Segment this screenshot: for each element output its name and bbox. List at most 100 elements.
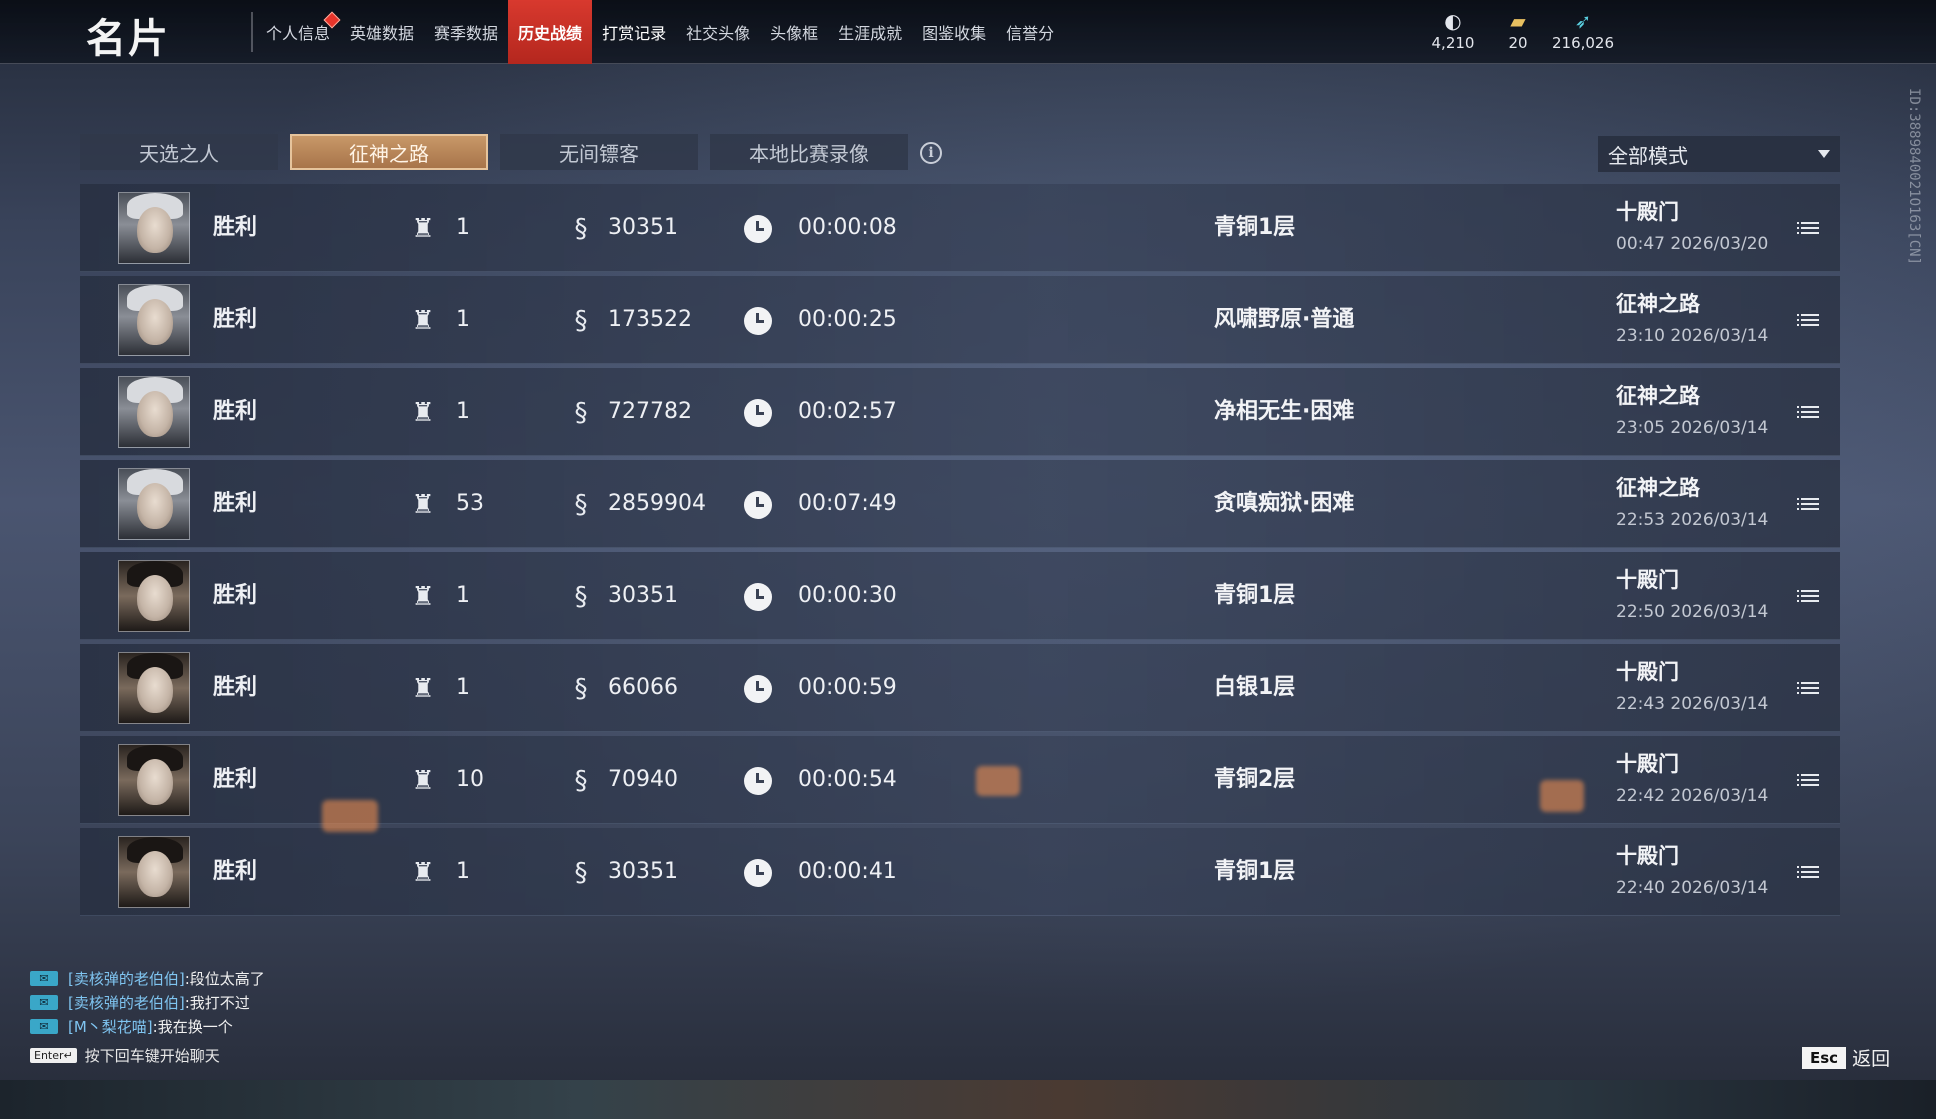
match-rank: 1 (456, 215, 470, 240)
clock-icon (744, 583, 772, 611)
match-duration: 00:00:54 (798, 767, 897, 792)
tab-credit-score[interactable]: 信誉分 (996, 0, 1064, 64)
chevron-down-icon (1818, 150, 1830, 158)
chat-hint-text: 按下回车键开始聊天 (84, 1047, 220, 1065)
details-menu-icon[interactable] (1797, 220, 1819, 236)
back-button[interactable]: Esc 返回 (1802, 1044, 1890, 1071)
filter-tab-escort[interactable]: 无间镖客 (500, 134, 698, 170)
tab-match-history[interactable]: 历史战绩 (508, 0, 593, 64)
filter-tab-local-replay[interactable]: 本地比赛录像 (710, 134, 908, 170)
clock-icon (744, 675, 772, 703)
match-row[interactable]: 胜利 ♜ 1 § 30351 00:00:08 青铜1层 十殿门 00:47 2026/03/2… (80, 184, 1840, 272)
tab-tip-records[interactable]: 打赏记录 (592, 0, 676, 64)
chat-sender[interactable]: [卖核弹的老伯伯] (68, 992, 185, 1013)
match-row[interactable]: 胜利 ♜ 53 § 2859904 00:07:49 贪嗔痴狱·困难 征神之路 22:53 20… (80, 460, 1840, 548)
tab-label: 头像框 (770, 24, 819, 43)
rank-trophy-icon: ♜ (411, 490, 435, 520)
match-rank: 1 (456, 859, 470, 884)
mode-select[interactable]: 全部模式 (1598, 136, 1840, 172)
clock-icon (744, 859, 772, 887)
match-datetime: 23:10 2026/03/14 (1616, 326, 1769, 346)
match-row[interactable]: 胜利 ♜ 1 § 30351 00:00:41 青铜1层 十殿门 22:40 2026/03/1… (80, 828, 1840, 916)
tab-profile-info[interactable]: 个人信息 (256, 0, 341, 64)
hero-avatar (118, 468, 190, 540)
filter-tab-god-path[interactable]: 征神之路 (290, 134, 488, 170)
score-swirl-icon: § (574, 674, 588, 704)
match-datetime: 00:47 2026/03/20 (1616, 234, 1769, 254)
hero-avatar (118, 284, 190, 356)
tab-hero-data[interactable]: 英雄数据 (340, 0, 424, 64)
back-label: 返回 (1852, 1048, 1891, 1070)
match-datetime: 23:05 2026/03/14 (1616, 418, 1769, 438)
title-divider (251, 12, 253, 52)
tab-collection[interactable]: 图鉴收集 (912, 0, 996, 64)
info-icon[interactable]: i (920, 142, 942, 164)
match-rank: 1 (456, 675, 470, 700)
enter-key-icon: Enter↵ (30, 1048, 77, 1063)
details-menu-icon[interactable] (1797, 588, 1819, 604)
tab-label: 社交头像 (686, 24, 751, 43)
page-title: 名片 (86, 16, 170, 62)
tab-label: 打赏记录 (602, 24, 667, 43)
filter-tab-chosen-one[interactable]: 天选之人 (80, 134, 278, 170)
hero-avatar (118, 744, 190, 816)
chat-sender[interactable]: [卖核弹的老伯伯] (68, 968, 185, 989)
match-row[interactable]: 胜利 ♜ 1 § 30351 00:00:30 青铜1层 十殿门 22:50 2026/03/1… (80, 552, 1840, 640)
match-datetime: 22:50 2026/03/14 (1616, 602, 1769, 622)
chat-message: ✉ [卖核弹的老伯伯] :段位太高了 (30, 966, 265, 990)
match-mode: 征神之路 (1616, 384, 1700, 408)
match-result: 胜利 (213, 399, 258, 424)
chat-sender[interactable]: [M丶梨花喵] (68, 1016, 153, 1037)
match-stage: 净相无生·困难 (1214, 399, 1355, 424)
match-duration: 00:00:59 (798, 675, 897, 700)
match-row[interactable]: 胜利 ♜ 1 § 727782 00:02:57 净相无生·困难 征神之路 23:05 2026… (80, 368, 1840, 456)
tab-social-avatar[interactable]: 社交头像 (676, 0, 760, 64)
avatar-face (137, 759, 173, 805)
match-datetime: 22:42 2026/03/14 (1616, 786, 1769, 806)
match-score: 30351 (608, 859, 678, 884)
match-datetime: 22:43 2026/03/14 (1616, 694, 1769, 714)
match-score: 30351 (608, 583, 678, 608)
chat-channel-icon: ✉ (30, 1018, 58, 1034)
chat-input-hint[interactable]: Enter↵ 按下回车键开始聊天 (30, 1045, 220, 1066)
details-menu-icon[interactable] (1797, 496, 1819, 512)
hero-avatar (118, 652, 190, 724)
match-row[interactable]: 胜利 ♜ 1 § 66066 00:00:59 白银1层 十殿门 22:43 2026/03/1… (80, 644, 1840, 732)
match-rank: 1 (456, 583, 470, 608)
match-result: 胜利 (213, 215, 258, 240)
avatar-face (137, 391, 173, 437)
clock-icon (744, 491, 772, 519)
score-swirl-icon: § (574, 582, 588, 612)
details-menu-icon[interactable] (1797, 404, 1819, 420)
match-score: 70940 (608, 767, 678, 792)
details-menu-icon[interactable] (1797, 864, 1819, 880)
avatar-face (137, 575, 173, 621)
chat-log: ✉ [卖核弹的老伯伯] :段位太高了 ✉ [卖核弹的老伯伯] :我打不过 ✉ [… (30, 966, 265, 1038)
avatar-face (137, 851, 173, 897)
details-menu-icon[interactable] (1797, 772, 1819, 788)
clock-icon (744, 399, 772, 427)
tab-label: 赛季数据 (434, 24, 499, 43)
lantern-glow (976, 766, 1020, 796)
details-menu-icon[interactable] (1797, 312, 1819, 328)
rank-trophy-icon: ♜ (411, 306, 435, 336)
avatar-face (137, 483, 173, 529)
lantern-glow (1540, 780, 1584, 812)
match-score: 2859904 (608, 491, 706, 516)
match-row[interactable]: 胜利 ♜ 1 § 173522 00:00:25 风啸野原·普通 征神之路 23:10 2026… (80, 276, 1840, 364)
match-result: 胜利 (213, 583, 258, 608)
match-stage: 青铜1层 (1214, 215, 1296, 240)
match-datetime: 22:53 2026/03/14 (1616, 510, 1769, 530)
hero-avatar (118, 376, 190, 448)
tab-avatar-frame[interactable]: 头像框 (760, 0, 828, 64)
match-result: 胜利 (213, 491, 258, 516)
tab-career-achievements[interactable]: 生涯成就 (828, 0, 912, 64)
avatar-face (137, 299, 173, 345)
hero-avatar (118, 192, 190, 264)
details-menu-icon[interactable] (1797, 680, 1819, 696)
chat-text: :我在换一个 (152, 1017, 233, 1036)
match-duration: 00:02:57 (798, 399, 897, 424)
tab-season-data[interactable]: 赛季数据 (424, 0, 508, 64)
clock-icon (744, 307, 772, 335)
match-result: 胜利 (213, 675, 258, 700)
